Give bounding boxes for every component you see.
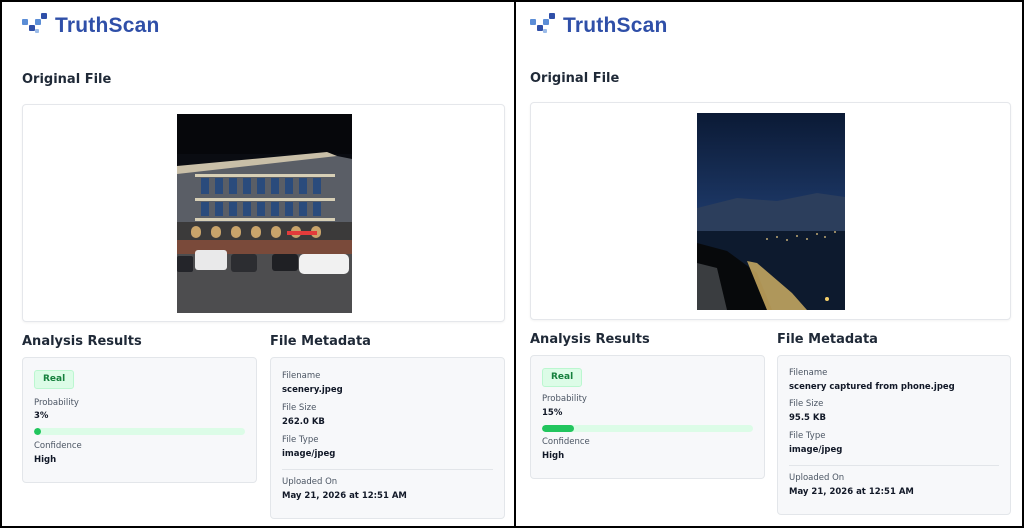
probability-bar-fill — [34, 428, 41, 435]
uploaded-label: Uploaded On — [789, 473, 845, 483]
file-metadata-title: File Metadata — [777, 332, 878, 347]
brand-name: TruthScan — [55, 14, 160, 37]
brand-logo[interactable]: TruthScan — [22, 13, 160, 38]
file-metadata-card: Filename scenery.jpeg File Size 262.0 KB… — [270, 357, 505, 519]
brand-name: TruthScan — [563, 14, 668, 37]
original-file-title: Original File — [22, 72, 112, 87]
confidence-value: High — [542, 451, 565, 461]
filename-label: Filename — [282, 371, 321, 381]
probability-bar — [542, 425, 753, 432]
filename-value: scenery captured from phone.jpeg — [789, 382, 955, 392]
metadata-divider — [282, 469, 493, 470]
uploaded-value: May 21, 2026 at 12:51 AM — [789, 487, 914, 497]
file-type-label: File Type — [282, 435, 319, 445]
original-image-card — [22, 104, 505, 322]
probability-label: Probability — [34, 398, 79, 408]
analysis-results-card: Real Probability 15% Confidence High — [530, 355, 765, 479]
pixel-logo-icon — [22, 13, 48, 37]
file-type-value: image/jpeg — [282, 449, 336, 459]
file-metadata-card: Filename scenery captured from phone.jpe… — [777, 355, 1011, 515]
pixel-logo-icon — [530, 13, 556, 37]
analysis-results-card: Real Probability 3% Confidence High — [22, 357, 257, 483]
original-file-title: Original File — [530, 71, 620, 86]
original-image-card — [530, 102, 1011, 320]
metadata-divider — [789, 465, 999, 466]
confidence-label: Confidence — [542, 437, 590, 447]
probability-value: 15% — [542, 408, 563, 418]
file-type-label: File Type — [789, 431, 826, 441]
verdict-badge: Real — [34, 370, 75, 389]
night-landscape-photo — [697, 113, 845, 310]
brand-logo[interactable]: TruthScan — [530, 13, 668, 38]
uploaded-value: May 21, 2026 at 12:51 AM — [282, 491, 407, 501]
analysis-results-title: Analysis Results — [22, 334, 142, 349]
comparison-stage: TruthScan Original File Analysis Results… — [0, 0, 1024, 528]
file-size-value: 262.0 KB — [282, 417, 325, 427]
probability-bar — [34, 428, 245, 435]
probability-bar-fill — [542, 425, 574, 432]
result-panel-left: TruthScan Original File Analysis Results… — [0, 0, 516, 528]
confidence-label: Confidence — [34, 441, 82, 451]
uploaded-photo[interactable] — [697, 113, 845, 310]
probability-value: 3% — [34, 411, 49, 421]
verdict-badge: Real — [542, 368, 583, 387]
uploaded-photo[interactable] — [177, 114, 352, 313]
filename-value: scenery.jpeg — [282, 385, 343, 395]
file-metadata-title: File Metadata — [270, 334, 371, 349]
analysis-results-title: Analysis Results — [530, 332, 650, 347]
uploaded-label: Uploaded On — [282, 477, 338, 487]
file-type-value: image/jpeg — [789, 445, 843, 455]
probability-label: Probability — [542, 394, 587, 404]
building-night-photo — [177, 114, 352, 313]
file-size-value: 95.5 KB — [789, 413, 826, 423]
filename-label: Filename — [789, 368, 828, 378]
confidence-value: High — [34, 455, 57, 465]
result-panel-right: TruthScan Original File Analysis Results… — [514, 0, 1024, 528]
file-size-label: File Size — [789, 399, 824, 409]
file-size-label: File Size — [282, 403, 317, 413]
